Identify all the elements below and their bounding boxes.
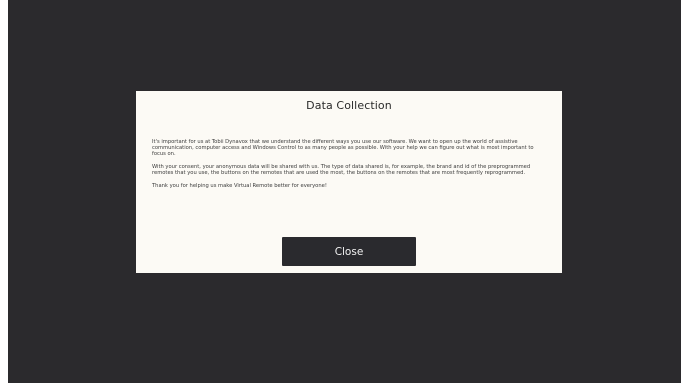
dialog-body: It's important for us at Tobii Dynavox t… (152, 139, 548, 195)
data-collection-dialog: Data Collection It's important for us at… (136, 91, 562, 273)
close-button[interactable]: Close (282, 237, 416, 266)
dialog-paragraph-thanks: Thank you for helping us make Virtual Re… (152, 182, 327, 189)
dialog-paragraph-intro: It's important for us at Tobii Dynavox t… (152, 139, 534, 158)
dialog-paragraph-consent: With your consent, your anonymous data w… (152, 164, 531, 177)
dialog-title: Data Collection (306, 99, 392, 112)
